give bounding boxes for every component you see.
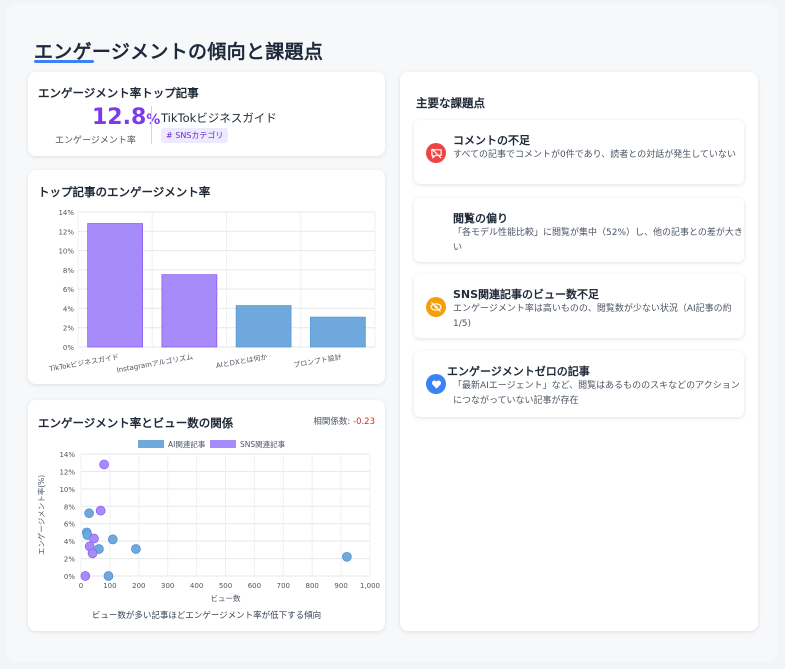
scatter-point <box>342 551 352 562</box>
page-background: エンゲージメントの傾向と課題点 エンゲージメント率トップ記事 12.8% エンゲ… <box>6 4 778 662</box>
scatter-caption: ビュー数が多い記事ほどエンゲージメント率が低下する傾向 <box>91 611 322 621</box>
y-tick-label: 8% <box>64 503 75 511</box>
x-tick-label: 300 <box>161 582 174 590</box>
x-tick-label: 100 <box>103 582 116 590</box>
x-tick-label: 500 <box>219 582 232 590</box>
top-article-name: TikTokビジネスガイド <box>161 111 277 125</box>
bar-chart-card: トップ記事のエンゲージメント率 0% 2% 4% 6% 8% 10% 12% 14% TikTo… <box>28 170 385 384</box>
top-article-title: エンゲージメント率トップ記事 <box>38 86 199 100</box>
y-tick-label: 6% <box>63 286 74 294</box>
x-axis-label: ビュー数 <box>211 593 241 603</box>
legend-label: SNS関連記事 <box>240 439 286 449</box>
legend-swatch <box>210 440 236 448</box>
title-underline <box>34 60 94 63</box>
legend-swatch <box>138 440 164 448</box>
scatter-point <box>87 548 98 559</box>
x-tick-label: 200 <box>132 582 145 590</box>
y-tick-label: 8% <box>63 267 74 275</box>
scatter-point <box>80 571 91 581</box>
no-comment-icon <box>426 143 446 163</box>
y-tick-label: 2% <box>64 556 75 564</box>
bar-chart: 0% 2% 4% 6% 8% 10% 12% 14% TikTokビジネスガイドInstagra… <box>48 209 376 374</box>
issue-item: 閲覧の偏り 「各モデル性能比較」に閲覧が集中（52%）し、他の記事との差が大きい <box>414 198 744 262</box>
x-tick-label: 800 <box>306 582 319 590</box>
y-tick-label: 4% <box>63 305 74 313</box>
y-tick-label: 10% <box>59 486 75 494</box>
bar <box>235 305 292 348</box>
x-tick-label: 700 <box>277 582 290 590</box>
x-tick-label: 400 <box>190 582 203 590</box>
issue-description: 「各モデル性能比較」に閲覧が集中（52%）し、他の記事との差が大きい <box>453 228 743 253</box>
scatter-point <box>84 508 94 519</box>
y-tick-label: 12% <box>58 228 74 236</box>
issues-card: 主要な課題点 コメントの不足 すべての記事でコメントが0件であり、読者との対話が… <box>400 72 758 631</box>
y-tick-label: 12% <box>59 468 75 476</box>
bar <box>310 316 366 348</box>
x-tick-label: TikTokビジネスガイド <box>48 352 120 373</box>
issues-title: 主要な課題点 <box>416 96 485 110</box>
x-tick-label: 900 <box>334 582 347 590</box>
issue-description: 「最新AIエージェント」など、閲覧はあるもののスキなどのアクションにつながってい… <box>453 381 740 406</box>
x-tick-label: プロンプト設計 <box>293 352 343 369</box>
issue-item: SNS関連記事のビュー数不足 エンゲージメント率は高いものの、閲覧数が少ない状況… <box>414 274 744 338</box>
chart-icon <box>426 221 446 241</box>
bar <box>87 223 143 348</box>
scatter-point <box>103 571 114 581</box>
x-tick-label: AIとDXとは何か <box>215 352 268 370</box>
y-tick-label: 6% <box>64 521 75 529</box>
issue-item: コメントの不足 すべての記事でコメントが0件であり、読者との対話が発生していない <box>414 120 744 184</box>
scatter-point <box>131 544 141 554</box>
issue-item: エンゲージメントゼロの記事 「最新AIエージェント」など、閲覧はあるもののスキな… <box>414 351 744 417</box>
x-tick-label: 1,000 <box>360 582 380 590</box>
issue-description: エンゲージメント率は高いものの、閲覧数が少ない状況（AI記事の約1/5) <box>453 304 732 329</box>
legend-label: AI関連記事 <box>168 439 206 449</box>
y-tick-label: 10% <box>58 248 74 256</box>
issue-title: コメントの不足 <box>453 134 530 147</box>
heart-icon <box>426 374 446 394</box>
y-tick-label: 2% <box>63 325 74 333</box>
scatter-point <box>95 505 106 516</box>
top-article-card: エンゲージメント率トップ記事 12.8% エンゲージメント率 TikTokビジネ… <box>28 72 385 156</box>
y-axis-label: エンゲージメント率(%) <box>36 475 46 555</box>
scatter-point <box>99 459 109 470</box>
x-tick-label: Instagramアルゴリズム <box>116 352 194 374</box>
issue-title: 閲覧の偏り <box>453 212 508 225</box>
y-tick-label: 14% <box>59 451 75 459</box>
issue-title: SNS関連記事のビュー数不足 <box>453 288 600 301</box>
y-tick-label: 0% <box>64 573 75 581</box>
y-tick-label: 14% <box>58 209 74 217</box>
x-tick-label: 600 <box>248 582 261 590</box>
divider <box>151 106 152 144</box>
eye-slash-icon <box>426 297 446 317</box>
scatter-point <box>107 534 118 545</box>
bar <box>161 274 218 348</box>
y-tick-label: 0% <box>63 344 74 352</box>
scatter-chart-card: エンゲージメント率とビュー数の関係 相関係数: -0.23 AI関連記事 SNS関… <box>28 400 385 631</box>
y-tick-label: 4% <box>64 538 75 546</box>
issue-title: エンゲージメントゼロの記事 <box>447 365 590 378</box>
x-tick-label: 0 <box>79 582 83 590</box>
category-tag: # SNSカテゴリ <box>161 128 229 143</box>
issue-description: すべての記事でコメントが0件であり、読者との対話が発生していない <box>453 150 736 160</box>
engagement-rate-label: エンゲージメント率 <box>55 136 136 146</box>
scatter-chart: AI関連記事 SNS関連記事 0% 2% 4% 6% 8% 10% 12% 14% 0 100 200 3… <box>36 439 380 603</box>
